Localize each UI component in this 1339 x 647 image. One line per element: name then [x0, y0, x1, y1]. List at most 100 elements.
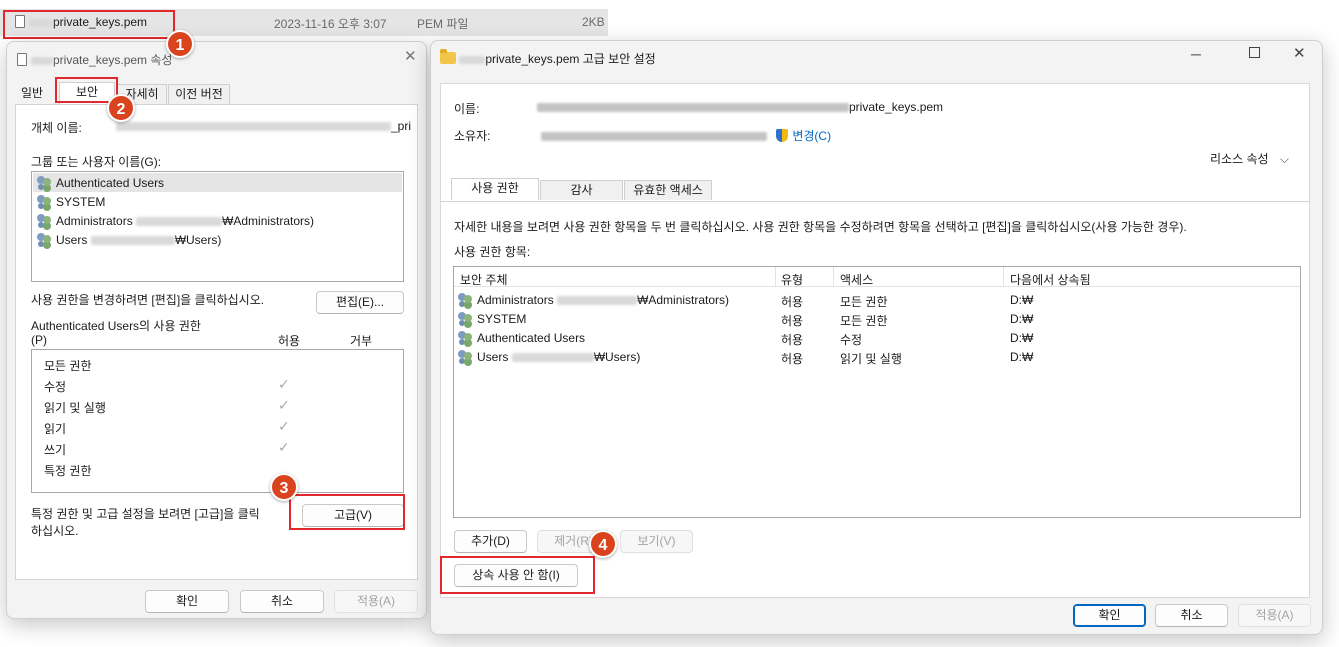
users-icon — [37, 233, 53, 246]
table-row[interactable]: Administrators ₩Administrators) 허용 모든 권한… — [454, 290, 1300, 309]
tab-effective-access[interactable]: 유효한 액세스 — [624, 180, 712, 200]
properties-title: private_keys.pem 속성 — [17, 51, 172, 68]
table-row[interactable]: SYSTEM 허용 모든 권한 D:₩ — [454, 309, 1300, 328]
title-suffix: 고급 보안 설정 — [582, 52, 656, 66]
row-principal: Users ₩Users) — [458, 350, 640, 364]
step-marker-1: 1 — [166, 30, 194, 58]
table-row[interactable]: Authenticated Users 허용 수정 D:₩ — [454, 328, 1300, 347]
resource-properties-toggle[interactable]: 리소스 속성 ⌵ — [1210, 150, 1289, 167]
redacted-text — [541, 132, 767, 142]
redacted-text — [511, 353, 594, 363]
perm-row: 쓰기 — [44, 443, 67, 457]
cancel-button[interactable]: 취소 — [240, 590, 324, 613]
principal-name: SYSTEM — [477, 312, 527, 326]
row-principal: Authenticated Users — [458, 331, 585, 345]
row-inherited: D:₩ — [1010, 331, 1034, 345]
user-name: Administrators — [56, 214, 133, 228]
divider — [441, 201, 1309, 202]
tab-general[interactable]: 일반 — [15, 84, 49, 104]
row-principal: Administrators ₩Administrators) — [458, 293, 729, 307]
file-icon — [17, 53, 27, 66]
table-row[interactable]: Users ₩Users) 허용 읽기 및 실행 D:₩ — [454, 347, 1300, 366]
list-item[interactable]: Users ₩Users) — [37, 233, 221, 247]
column-divider — [833, 267, 834, 287]
check-icon: ✓ — [278, 397, 290, 413]
table-header: 보안 주체 유형 액세스 다음에서 상속됨 — [454, 267, 1300, 287]
user-suffix: ₩Users) — [174, 233, 222, 247]
row-type: 허용 — [781, 352, 804, 366]
users-icon — [37, 176, 53, 189]
advanced-hint-line2: 하십시오. — [31, 524, 79, 538]
column-inherited[interactable]: 다음에서 상속됨 — [1010, 271, 1091, 288]
users-icon — [458, 293, 474, 306]
maximize-icon[interactable] — [1249, 47, 1260, 58]
tab-permissions[interactable]: 사용 권한 — [451, 178, 539, 200]
resource-properties-label: 리소스 속성 — [1210, 152, 1269, 166]
user-name: SYSTEM — [56, 195, 106, 209]
name-label: 이름: — [454, 102, 480, 116]
ok-button[interactable]: 확인 — [1073, 604, 1146, 627]
owner-label: 소유자: — [454, 129, 491, 143]
row-access: 모든 권한 — [840, 295, 888, 309]
close-icon[interactable]: ✕ — [1293, 44, 1306, 62]
redacted-text — [90, 236, 175, 246]
tab-previous-versions[interactable]: 이전 버전 — [168, 84, 230, 104]
check-icon: ✓ — [278, 439, 290, 455]
change-owner-link[interactable]: 변경(C) — [792, 129, 831, 143]
row-inherited: D:₩ — [1010, 312, 1034, 326]
add-button[interactable]: 추가(D) — [454, 530, 527, 553]
close-icon[interactable]: ✕ — [404, 47, 417, 65]
perm-row: 수정 — [44, 380, 67, 394]
perm-row: 특정 권한 — [44, 464, 92, 478]
list-item[interactable]: SYSTEM — [37, 195, 105, 209]
chevron-down-icon: ⌵ — [1279, 152, 1289, 166]
column-type[interactable]: 유형 — [781, 271, 803, 288]
minimize-icon[interactable]: ─ — [1191, 46, 1201, 62]
column-access[interactable]: 액세스 — [840, 271, 873, 288]
row-access: 수정 — [840, 333, 863, 347]
name-tail: private_keys.pem — [849, 100, 944, 114]
advanced-security-window: private_keys.pem 고급 보안 설정 ─ ✕ 이름: privat… — [430, 40, 1323, 635]
edit-button[interactable]: 편집(E)... — [316, 291, 404, 314]
list-item[interactable]: Administrators ₩Administrators) — [37, 214, 314, 228]
users-icon — [458, 312, 474, 325]
redacted-text — [136, 217, 223, 227]
permission-entries-table[interactable]: 보안 주체 유형 액세스 다음에서 상속됨 Administrators ₩Ad… — [453, 266, 1301, 518]
redacted-text — [116, 122, 391, 132]
principal-name: Administrators — [477, 293, 554, 307]
user-name: Users — [56, 233, 88, 247]
title-suffix: 속성 — [150, 53, 173, 67]
group-list[interactable]: Authenticated Users SYSTEM Administrator… — [31, 171, 404, 282]
owner-value: 변경(C) — [541, 127, 831, 144]
redacted-text — [537, 103, 849, 113]
principal-suffix: ₩Users) — [593, 350, 641, 364]
properties-window: private_keys.pem 속성 ✕ 일반 보안 자세히 이전 버전 개체… — [6, 41, 427, 619]
users-icon — [458, 331, 474, 344]
highlight-advanced-button — [289, 494, 405, 530]
entries-label: 사용 권한 항목: — [454, 245, 531, 259]
row-inherited: D:₩ — [1010, 350, 1034, 364]
column-principal[interactable]: 보안 주체 — [460, 271, 508, 288]
edit-hint: 사용 권한을 변경하려면 [편집]을 클릭하십시오. — [31, 293, 265, 307]
ok-button[interactable]: 확인 — [145, 590, 229, 613]
highlight-file-row — [3, 10, 175, 39]
deny-column-header: 거부 — [350, 334, 373, 348]
users-icon — [37, 195, 53, 208]
perm-row: 읽기 — [44, 422, 67, 436]
advanced-hint: 특정 권한 및 고급 설정을 보려면 [고급]을 클릭 하십시오. — [31, 505, 281, 539]
highlight-disable-inheritance — [440, 556, 595, 594]
permissions-list[interactable]: 모든 권한 수정 ✓ 읽기 및 실행 ✓ 읽기 ✓ 쓰기 ✓ 특정 권한 — [31, 349, 404, 493]
permissions-title-key: (P) — [31, 333, 47, 347]
cancel-button[interactable]: 취소 — [1155, 604, 1228, 627]
tab-auditing[interactable]: 감사 — [540, 180, 623, 200]
row-inherited: D:₩ — [1010, 293, 1034, 307]
step-marker-2: 2 — [107, 94, 135, 122]
advanced-tabs: 사용 권한 감사 유효한 액세스 — [451, 178, 1301, 200]
user-name: Authenticated Users — [56, 176, 165, 190]
shield-icon — [776, 129, 789, 142]
list-item[interactable]: Authenticated Users — [37, 176, 164, 190]
apply-button[interactable]: 적용(A) — [1238, 604, 1311, 627]
principal-name: Authenticated Users — [477, 331, 586, 345]
view-button[interactable]: 보기(V) — [620, 530, 693, 553]
apply-button[interactable]: 적용(A) — [334, 590, 418, 613]
